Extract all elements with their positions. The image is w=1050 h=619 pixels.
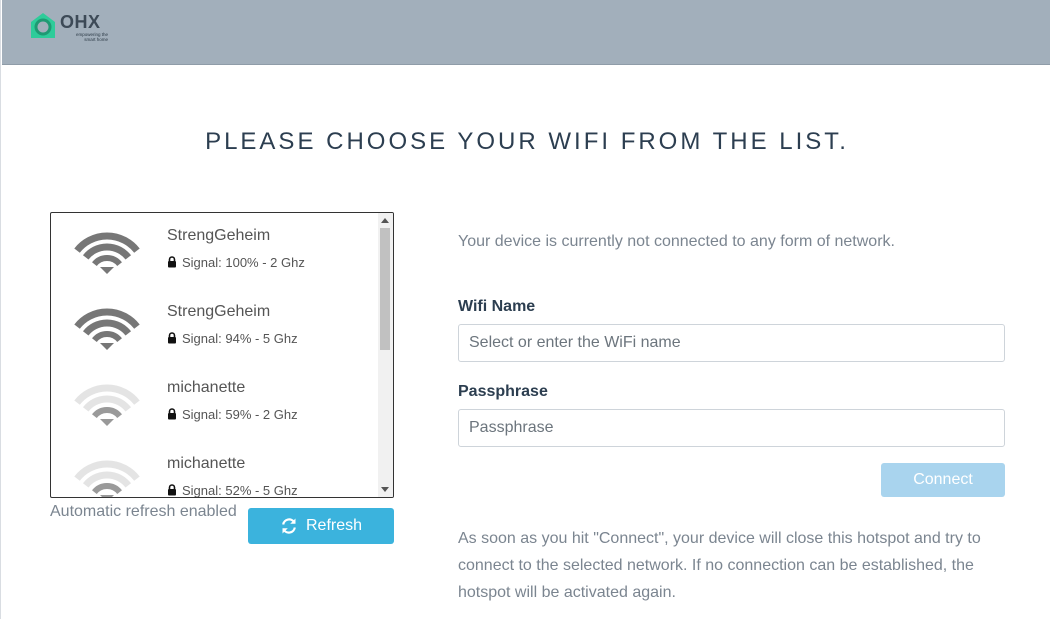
wifi-signal-text: Signal: 52% - 5 Ghz — [182, 483, 298, 498]
refresh-icon — [282, 518, 296, 534]
wifi-network-list[interactable]: StrengGeheim Signal: 100% - 2 Ghz StrengGe… — [50, 212, 394, 498]
wifi-network-info: Signal: 52% - 5 Ghz — [167, 483, 298, 498]
wifi-signal-icon — [74, 384, 140, 426]
wifi-signal-icon — [74, 232, 140, 274]
wifi-network-name: michanette — [167, 379, 246, 396]
wifi-list-item[interactable]: michanette Signal: 59% - 2 Ghz — [51, 365, 379, 441]
lock-icon — [168, 332, 176, 344]
house-logo-icon — [31, 13, 55, 38]
scroll-up-arrow-icon[interactable] — [381, 218, 389, 223]
wifi-network-name: michanette — [167, 455, 246, 472]
wifi-network-info: Signal: 94% - 5 Ghz — [167, 331, 298, 346]
wifi-list-item[interactable]: StrengGeheim Signal: 100% - 2 Ghz — [51, 213, 379, 289]
page: OHX empowering the smart home PLEASE CHO… — [0, 0, 1050, 619]
wifi-list-item[interactable]: michanette Signal: 52% - 5 Ghz — [51, 441, 379, 498]
wifi-signal-icon — [74, 460, 140, 497]
wifi-network-name: StrengGeheim — [167, 227, 271, 244]
ohx-logo[interactable]: OHX empowering the smart home — [28, 11, 108, 43]
passphrase-input[interactable] — [458, 409, 1005, 447]
wifi-signal-text: Signal: 59% - 2 Ghz — [182, 407, 298, 422]
wifi-name-input[interactable] — [458, 324, 1005, 362]
lock-icon — [168, 408, 176, 420]
connection-status-text: Your device is currently not connected t… — [458, 233, 895, 250]
wifi-name-label: Wifi Name — [458, 298, 536, 315]
wifi-network-info: Signal: 100% - 2 Ghz — [167, 255, 305, 270]
page-title: PLEASE CHOOSE YOUR WIFI FROM THE LIST. — [205, 128, 849, 155]
header-bar: OHX empowering the smart home — [2, 0, 1050, 65]
logo-text: OHX — [60, 12, 101, 32]
passphrase-label: Passphrase — [458, 383, 548, 400]
list-scrollbar[interactable] — [378, 213, 393, 497]
scroll-thumb[interactable] — [380, 228, 390, 350]
wifi-signal-text: Signal: 100% - 2 Ghz — [182, 255, 305, 270]
refresh-button[interactable]: Refresh — [248, 508, 394, 544]
refresh-label: Refresh — [305, 517, 363, 534]
wifi-list-item[interactable]: StrengGeheim Signal: 94% - 5 Ghz — [51, 289, 379, 365]
logo-tagline: empowering the smart home — [75, 32, 108, 42]
lock-icon — [168, 256, 176, 268]
connect-info-text: As soon as you hit "Connect", your devic… — [458, 530, 981, 601]
connect-button[interactable]: Connect — [881, 463, 1005, 497]
scroll-down-arrow-icon[interactable] — [381, 487, 389, 492]
wifi-signal-text: Signal: 94% - 5 Ghz — [182, 331, 298, 346]
wifi-network-name: StrengGeheim — [167, 303, 271, 320]
wifi-signal-icon — [74, 308, 140, 350]
auto-refresh-status: Automatic refresh enabled — [50, 503, 237, 520]
wifi-network-info: Signal: 59% - 2 Ghz — [167, 407, 298, 422]
lock-icon — [168, 484, 176, 496]
